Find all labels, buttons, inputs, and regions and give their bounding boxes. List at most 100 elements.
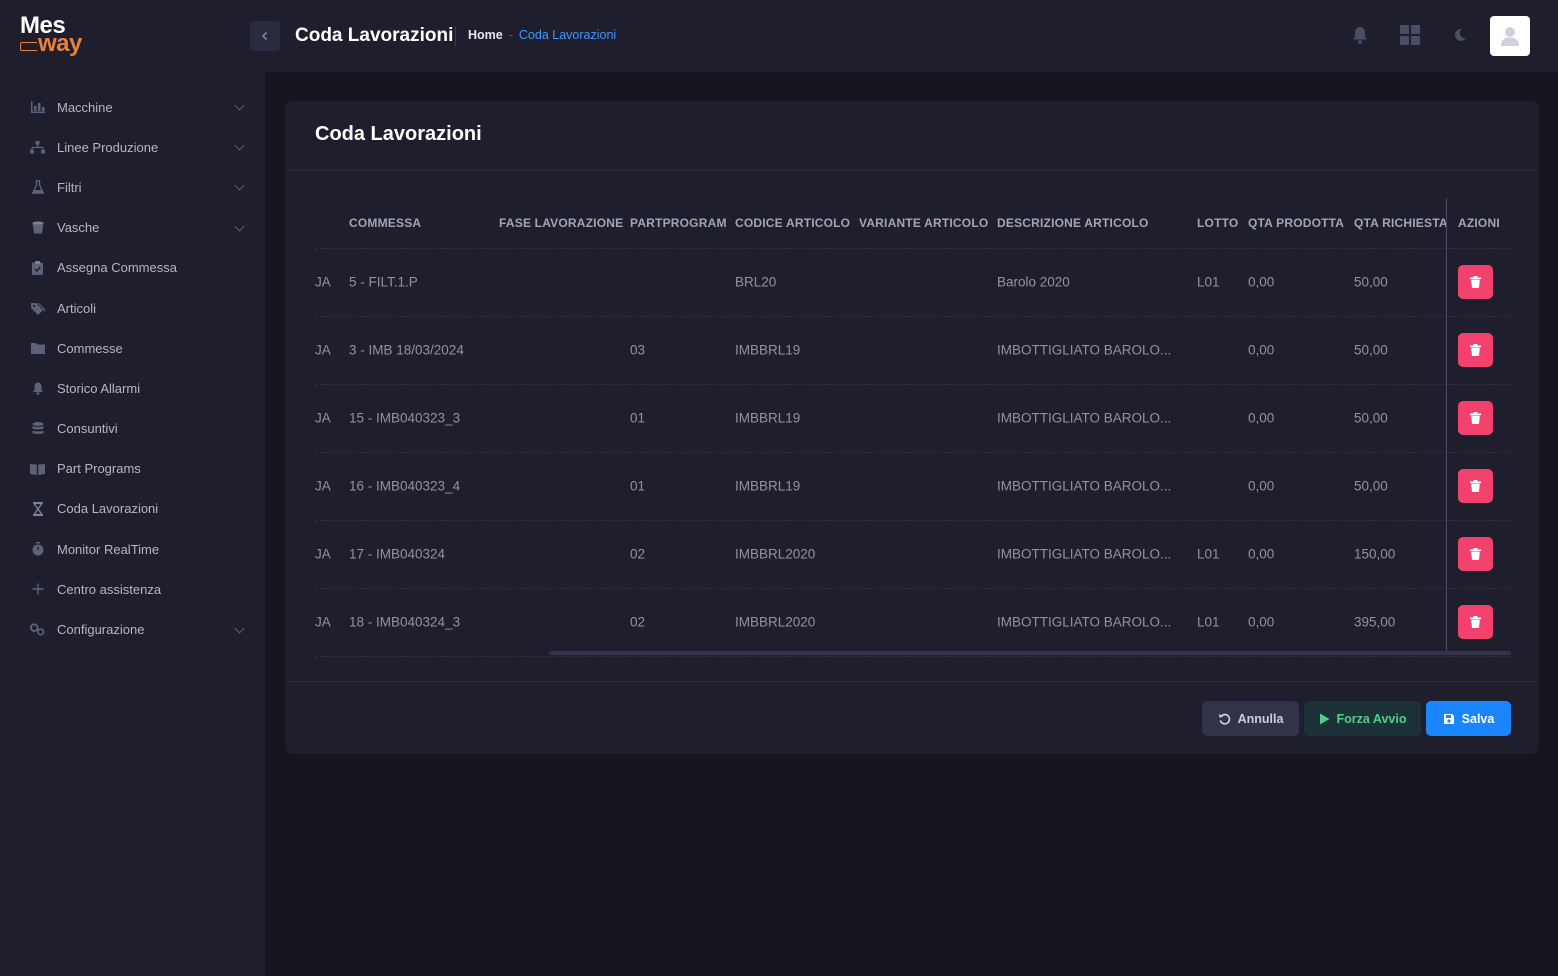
cell-codice-articolo: IMBBRL2020	[735, 614, 816, 630]
sidebar: Mes way Macchine Linee Produzione Filtri Va…	[0, 0, 265, 976]
horizontal-scrollbar[interactable]	[549, 651, 1511, 655]
sidebar-item-vasche[interactable]: Vasche	[0, 208, 265, 248]
notifications-button[interactable]	[1347, 22, 1373, 48]
cell-qta-prodotta: 0,00	[1248, 478, 1275, 494]
column-header-lotto[interactable]: LOTTO	[1197, 216, 1238, 230]
breadcrumb-current: Coda Lavorazioni	[518, 28, 617, 42]
save-icon	[1443, 713, 1454, 724]
table-row[interactable]: JA 5 - FILT.1.P BRL20 Barolo 2020 L01 0,00 50,…	[315, 248, 1511, 317]
user-avatar[interactable]	[1490, 16, 1530, 56]
sidebar-item-storico-allarmi[interactable]: Storico Allarmi	[0, 368, 265, 408]
column-header-descrizione-articolo[interactable]: DESCRIZIONE ARTICOLO	[997, 216, 1149, 230]
sidebar-item-linee-produzione[interactable]: Linee Produzione	[0, 127, 265, 167]
sidebar-item-label: Part Programs	[57, 461, 141, 477]
column-header-qta-prodotta[interactable]: QTA PRODOTTA	[1248, 216, 1344, 230]
table-row[interactable]: JA 15 - IMB040323_3 01 IMBBRL19 IMBOTTIGLIAT…	[315, 384, 1511, 453]
bell-icon	[30, 381, 45, 396]
sidebar-item-label: Assegna Commessa	[57, 260, 177, 276]
sidebar-item-consuntivi[interactable]: Consuntivi	[0, 409, 265, 449]
salva-button[interactable]: Salva	[1426, 701, 1511, 736]
logo-area: Mes way	[0, 0, 265, 72]
cell-prefix: JA	[315, 274, 331, 290]
sidebar-item-label: Storico Allarmi	[57, 380, 141, 396]
sidebar-item-macchine[interactable]: Macchine	[0, 87, 265, 127]
title-divider	[455, 26, 456, 46]
cell-qta-richiesta: 50,00	[1354, 342, 1388, 358]
sidebar-item-label: Articoli	[57, 300, 97, 316]
sidebar-item-part-programs[interactable]: Part Programs	[0, 449, 265, 489]
sidebar-item-articoli[interactable]: Articoli	[0, 288, 265, 328]
breadcrumb-home[interactable]: Home	[468, 28, 503, 42]
delete-row-button[interactable]	[1458, 605, 1493, 639]
cell-descrizione-articolo: Barolo 2020	[997, 274, 1070, 290]
moon-icon	[1454, 28, 1466, 41]
table-row[interactable]: JA 16 - IMB040323_4 01 IMBBRL19 IMBOTTIGLIAT…	[315, 452, 1511, 521]
gears-icon	[30, 622, 45, 637]
apps-button[interactable]	[1397, 22, 1423, 48]
column-header-variante-articolo[interactable]: VARIANTE ARTICOLO	[859, 216, 988, 230]
annulla-button[interactable]: Annulla	[1202, 701, 1299, 736]
cell-codice-articolo: IMBBRL19	[735, 342, 801, 358]
cell-commessa: 5 - FILT.1.P	[349, 274, 418, 290]
cell-qta-prodotta: 0,00	[1248, 546, 1275, 562]
cell-qta-richiesta: 395,00	[1354, 614, 1396, 630]
user-icon	[1501, 27, 1519, 46]
table-row[interactable]: JA 3 - IMB 18/03/2024 03 IMBBRL19 IMBOTTIGLI…	[315, 316, 1511, 385]
chevron-down-icon	[234, 181, 245, 192]
sidebar-item-configurazione[interactable]: Configurazione	[0, 609, 265, 649]
column-header-fase-lavorazione[interactable]: FASE LAVORAZIONE	[499, 216, 623, 230]
sidebar-item-coda-lavorazioni[interactable]: Coda Lavorazioni	[0, 489, 265, 529]
cell-qta-prodotta: 0,00	[1248, 614, 1275, 630]
cell-lotto: L01	[1197, 614, 1220, 630]
cell-partprogram: 01	[630, 410, 646, 426]
sidebar-item-label: Filtri	[57, 179, 82, 195]
play-icon	[1319, 713, 1330, 724]
sidebar-toggle-button[interactable]	[250, 21, 280, 51]
sidebar-menu: Macchine Linee Produzione Filtri Vasche Asse…	[0, 87, 265, 650]
cell-descrizione-articolo: IMBOTTIGLIATO BAROLO...	[997, 410, 1172, 426]
sidebar-item-monitor-realtime[interactable]: Monitor RealTime	[0, 529, 265, 569]
sidebar-item-label: Monitor RealTime	[57, 541, 160, 557]
table-row[interactable]: JA 17 - IMB040324 02 IMBBRL2020 IMBOTTIGLIAT…	[315, 520, 1511, 589]
delete-row-button[interactable]	[1458, 537, 1493, 571]
book-icon	[30, 461, 45, 476]
card-title: Coda Lavorazioni	[315, 123, 482, 145]
tags-icon	[30, 301, 45, 316]
sidebar-item-commesse[interactable]: Commesse	[0, 328, 265, 368]
cell-commessa: 17 - IMB040324	[349, 546, 446, 562]
column-header-partprogram[interactable]: PARTPROGRAM	[630, 216, 727, 230]
chevron-down-icon	[234, 100, 245, 111]
cell-commessa: 3 - IMB 18/03/2024	[349, 342, 464, 358]
column-header-commessa[interactable]: COMMESSA	[349, 216, 421, 230]
sidebar-item-assegna-commessa[interactable]: Assegna Commessa	[0, 248, 265, 288]
cell-qta-richiesta: 50,00	[1354, 274, 1388, 290]
delete-row-button[interactable]	[1458, 265, 1493, 299]
theme-toggle-button[interactable]	[1447, 22, 1473, 48]
delete-row-button[interactable]	[1458, 333, 1493, 367]
hourglass-icon	[30, 501, 45, 516]
trash-icon	[1470, 412, 1481, 424]
column-header-codice-articolo[interactable]: CODICE ARTICOLO	[735, 216, 850, 230]
cell-partprogram: 02	[630, 546, 646, 562]
table-row[interactable]: JA 18 - IMB040324_3 02 IMBBRL2020 IMBOTTIGLI…	[315, 588, 1511, 657]
column-header-qta-richiesta[interactable]: QTA RICHIESTA	[1354, 216, 1448, 230]
cell-codice-articolo: BRL20	[735, 274, 777, 290]
cell-descrizione-articolo: IMBOTTIGLIATO BAROLO...	[997, 546, 1172, 562]
sidebar-item-label: Commesse	[57, 340, 123, 356]
chevron-down-icon	[234, 140, 245, 151]
forza-avvio-button[interactable]: Forza Avvio	[1304, 701, 1421, 736]
coda-lavorazioni-card: Coda Lavorazioni COMMESSA FASE LAVORAZION…	[285, 101, 1539, 754]
column-header-azioni[interactable]: AZIONI	[1458, 216, 1500, 230]
cell-qta-prodotta: 0,00	[1248, 342, 1275, 358]
folder-icon	[30, 341, 45, 356]
app-logo[interactable]: Mes way	[20, 14, 82, 56]
sidebar-item-filtri[interactable]: Filtri	[0, 167, 265, 207]
delete-row-button[interactable]	[1458, 469, 1493, 503]
delete-row-button[interactable]	[1458, 401, 1493, 435]
cell-qta-richiesta: 150,00	[1354, 546, 1396, 562]
sticky-column-divider	[1446, 198, 1447, 651]
cell-prefix: JA	[315, 410, 331, 426]
sidebar-item-centro-assistenza[interactable]: Centro assistenza	[0, 569, 265, 609]
cell-codice-articolo: IMBBRL2020	[735, 546, 816, 562]
database-icon	[30, 421, 45, 436]
